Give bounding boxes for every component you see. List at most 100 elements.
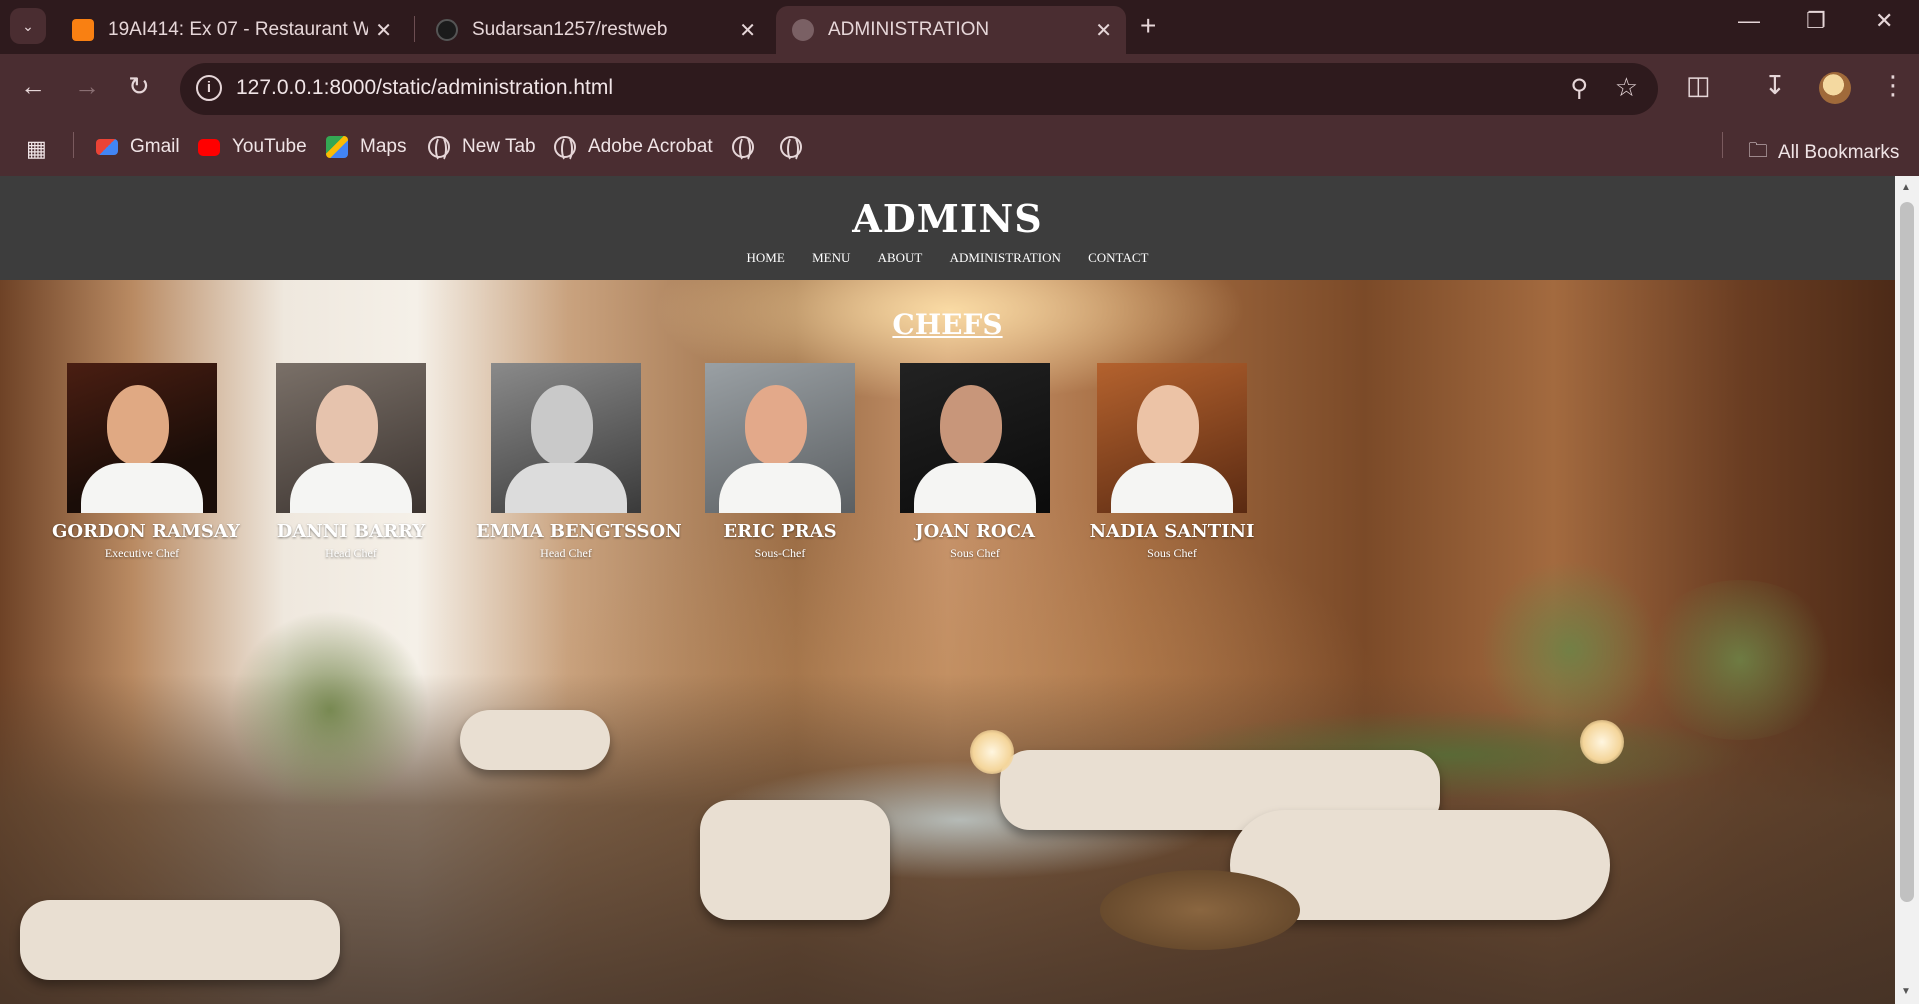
github-icon <box>436 19 458 41</box>
site-nav: HOME MENU ABOUT ADMINISTRATION CONTACT <box>0 250 1895 266</box>
chef-role: Sous Chef <box>950 546 1000 560</box>
restore-icon[interactable]: ❐ <box>1806 8 1826 34</box>
chef-role: Sous Chef <box>1147 546 1197 560</box>
bookmark-new-tab[interactable]: New Tab <box>428 136 536 162</box>
close-window-icon[interactable]: ✕ <box>1875 8 1893 34</box>
bookmark-maps[interactable]: Maps <box>326 136 406 158</box>
chef-role: Sous-Chef <box>754 546 806 560</box>
all-bookmarks[interactable]: 🗀 All Bookmarks <box>1748 136 1899 170</box>
tab-github-repo[interactable]: Sudarsan1257/restweb ✕ <box>420 6 770 54</box>
globe-icon <box>732 136 754 162</box>
scroll-up-arrow-icon[interactable]: ▲ <box>1901 182 1911 193</box>
chef-name: ERIC PRAS <box>723 521 837 542</box>
tab-restaurant-exercise[interactable]: 19AI414: Ex 07 - Restaurant We ✕ <box>56 6 406 54</box>
chefs-heading: CHEFS <box>892 308 1003 341</box>
page-viewport: ADMINS HOME MENU ABOUT ADMINISTRATION CO… <box>0 176 1919 1004</box>
tab-title: 19AI414: Ex 07 - Restaurant We <box>108 19 368 40</box>
scrollbar-thumb[interactable] <box>1900 202 1914 902</box>
chef-card: DANNI BARRY Head Chef <box>261 363 441 561</box>
nav-home[interactable]: HOME <box>747 250 785 265</box>
hero-sofa <box>20 900 340 980</box>
page-scrollbar[interactable]: ▲ ▼ <box>1895 176 1919 1004</box>
moodle-icon <box>72 19 94 41</box>
hero-tree <box>230 610 430 810</box>
bookmark-star-icon[interactable]: ☆ <box>1615 72 1638 103</box>
bookmark-unnamed-1[interactable] <box>732 136 754 162</box>
menu-kebab-icon[interactable]: ⋮ <box>1880 70 1906 101</box>
chef-photo <box>67 363 217 513</box>
chef-name: JOAN ROCA <box>915 521 1035 542</box>
new-tab-plus-icon[interactable]: + <box>1140 10 1156 42</box>
nav-administration[interactable]: ADMINISTRATION <box>950 250 1061 265</box>
hero-lamp <box>970 730 1014 774</box>
chef-role: Executive Chef <box>104 546 180 560</box>
site-header: ADMINS HOME MENU ABOUT ADMINISTRATION CO… <box>0 176 1895 280</box>
bookmark-adobe-acrobat[interactable]: Adobe Acrobat <box>554 136 713 162</box>
site-info-icon[interactable]: i <box>196 75 222 101</box>
tab-title: Sudarsan1257/restweb <box>472 19 668 40</box>
chef-photo <box>276 363 426 513</box>
hero-tree <box>1640 580 1840 740</box>
bookmark-label: Maps <box>360 136 407 157</box>
chef-photo <box>900 363 1050 513</box>
hero-sofa <box>460 710 610 770</box>
chef-name: GORDON RAMSAY <box>52 521 240 542</box>
chef-photo <box>705 363 855 513</box>
nav-about[interactable]: ABOUT <box>878 250 923 265</box>
nav-contact[interactable]: CONTACT <box>1088 250 1148 265</box>
chef-card: JOAN ROCA Sous Chef <box>885 363 1065 561</box>
all-bookmarks-label: All Bookmarks <box>1778 142 1900 163</box>
back-arrow-icon[interactable]: ← <box>20 71 46 102</box>
nav-menu[interactable]: MENU <box>812 250 850 265</box>
chef-card: EMMA BENGTSSON Head Chef <box>476 363 682 561</box>
bookmark-gmail[interactable]: Gmail <box>96 136 180 158</box>
globe-icon <box>428 136 450 162</box>
youtube-icon <box>198 138 220 156</box>
bookmark-divider <box>73 132 74 158</box>
chef-role: Head Chef <box>325 546 377 560</box>
chef-name: NADIA SANTINI <box>1089 521 1255 542</box>
address-bar[interactable]: i 127.0.0.1:8000/static/administration.h… <box>180 63 1658 115</box>
globe-icon <box>792 19 814 41</box>
zoom-magnifier-icon[interactable]: ⚲ <box>1570 74 1588 103</box>
browser-toolbar: ← → ↻ i 127.0.0.1:8000/static/administra… <box>0 54 1919 126</box>
lobby-background-image: CHEFS GORDON RAMSAY Executive Chef DANNI… <box>0 280 1895 1004</box>
browser-chrome: ⌄ 19AI414: Ex 07 - Restaurant We ✕ Sudar… <box>0 0 1919 176</box>
forward-arrow-icon[interactable]: → <box>74 71 100 102</box>
url-text[interactable]: 127.0.0.1:8000/static/administration.htm… <box>236 76 613 100</box>
bookmark-unnamed-2[interactable] <box>780 136 802 162</box>
chef-card: NADIA SANTINI Sous Chef <box>1082 363 1262 561</box>
gmail-icon <box>96 139 118 155</box>
bookmarks-bar: ▦ Gmail YouTube Maps New Tab Adobe Acrob… <box>0 126 1919 176</box>
hero-table <box>1100 870 1300 950</box>
hero-tree <box>1480 560 1660 740</box>
site-title: ADMINS <box>852 196 1043 241</box>
close-tab-icon[interactable]: ✕ <box>739 18 756 43</box>
hero-armchair <box>700 800 890 920</box>
downloads-icon[interactable]: ↧ <box>1764 70 1786 101</box>
extensions-puzzle-icon[interactable]: ◫ <box>1686 70 1711 101</box>
close-tab-icon[interactable]: ✕ <box>375 18 392 43</box>
bookmark-label: New Tab <box>462 136 536 157</box>
bookmark-youtube[interactable]: YouTube <box>198 136 307 158</box>
scroll-down-arrow-icon[interactable]: ▼ <box>1901 986 1911 997</box>
hero-lamp <box>1580 720 1624 764</box>
chef-card: GORDON RAMSAY Executive Chef <box>52 363 240 561</box>
close-tab-icon[interactable]: ✕ <box>1095 18 1112 43</box>
bookmark-label: Adobe Acrobat <box>588 136 713 157</box>
folder-icon: 🗀 <box>1748 140 1768 162</box>
bookmark-divider <box>1722 132 1723 158</box>
tab-strip: ⌄ 19AI414: Ex 07 - Restaurant We ✕ Sudar… <box>0 0 1919 54</box>
reload-icon[interactable]: ↻ <box>128 71 150 102</box>
bookmark-label: YouTube <box>232 136 307 157</box>
chef-name: EMMA BENGTSSON <box>476 521 682 542</box>
chef-card: ERIC PRAS Sous-Chef <box>690 363 870 561</box>
profile-avatar[interactable] <box>1819 72 1851 104</box>
bookmark-label: Gmail <box>130 136 180 157</box>
tab-administration[interactable]: ADMINISTRATION ✕ <box>776 6 1126 54</box>
tab-search-chevron-icon[interactable]: ⌄ <box>10 8 46 44</box>
chef-photo <box>1097 363 1247 513</box>
minimize-icon[interactable]: — <box>1738 8 1760 34</box>
apps-grid-icon[interactable]: ▦ <box>26 136 47 162</box>
globe-icon <box>554 136 576 162</box>
